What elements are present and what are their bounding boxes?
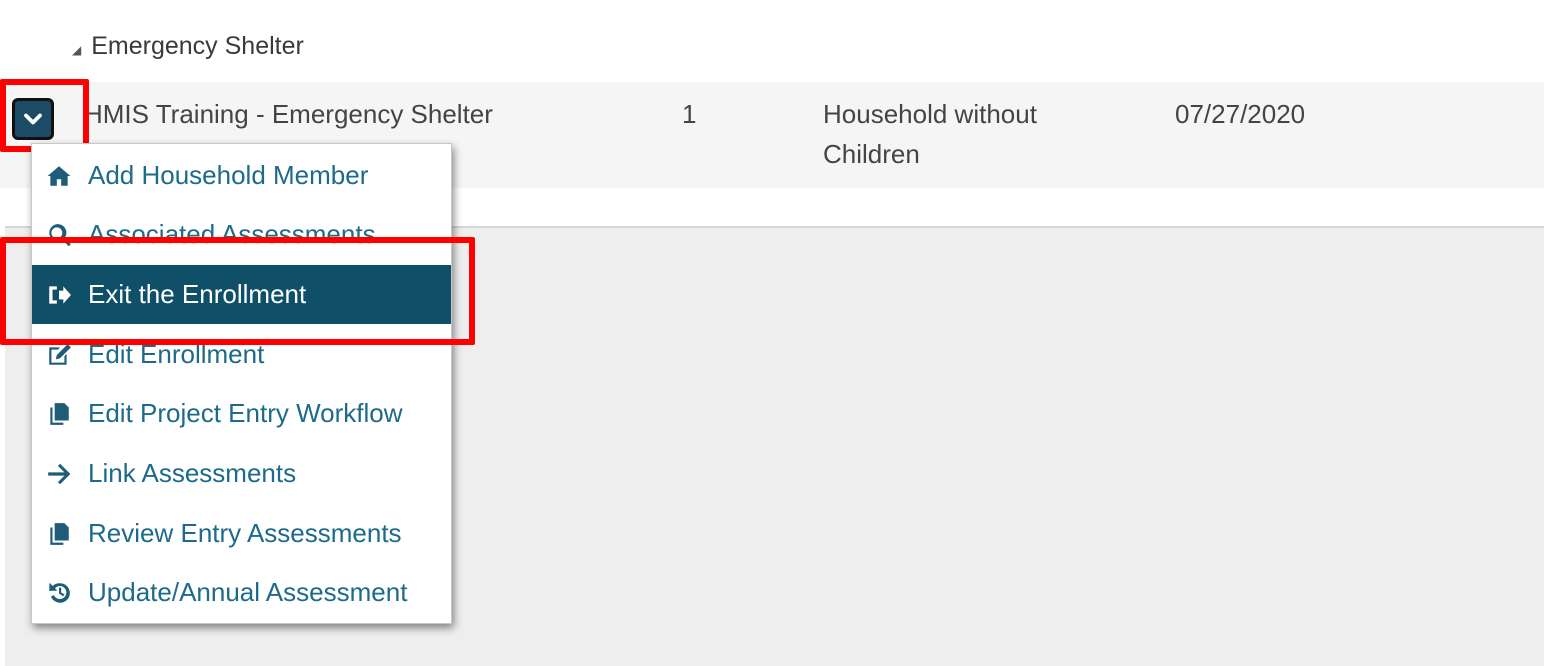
menu-item-label: Review Entry Assessments <box>88 518 402 548</box>
copy-icon <box>44 399 74 429</box>
home-icon <box>44 161 74 191</box>
menu-item-label: Add Household Member <box>88 160 369 190</box>
household-type-line2: Children <box>823 139 920 169</box>
menu-item-label: Link Assessments <box>88 458 297 488</box>
arrow-right-icon <box>44 459 74 489</box>
group-header[interactable]: ◢ Emergency Shelter <box>72 30 304 62</box>
menu-item-link-assessments[interactable]: Link Assessments <box>32 444 451 503</box>
household-type: Household without Children <box>823 94 1123 174</box>
program-name: HMIS Training - Emergency Shelter <box>84 99 493 129</box>
group-title: Emergency Shelter <box>91 31 304 60</box>
enrollment-date: 07/27/2020 <box>1175 99 1306 129</box>
menu-item-add-household-member[interactable]: Add Household Member <box>32 146 451 205</box>
menu-item-edit-project-entry-workflow[interactable]: Edit Project Entry Workflow <box>32 384 451 443</box>
highlight-box-exit-enrollment <box>0 237 475 345</box>
menu-item-label: Update/Annual Assessment <box>88 577 408 607</box>
highlight-box-toggle <box>0 79 89 152</box>
menu-item-update-annual-assessment[interactable]: Update/Annual Assessment <box>32 563 451 622</box>
copy-icon <box>44 519 74 549</box>
household-type-line1: Household without <box>823 99 1037 129</box>
history-icon <box>44 578 74 608</box>
menu-item-review-entry-assessments[interactable]: Review Entry Assessments <box>32 504 451 563</box>
collapse-triangle-icon[interactable]: ◢ <box>72 43 81 57</box>
menu-item-label: Edit Project Entry Workflow <box>88 398 403 428</box>
row-actions-menu: Add Household Member Associated Assessme… <box>31 143 452 624</box>
member-count: 1 <box>682 99 697 129</box>
